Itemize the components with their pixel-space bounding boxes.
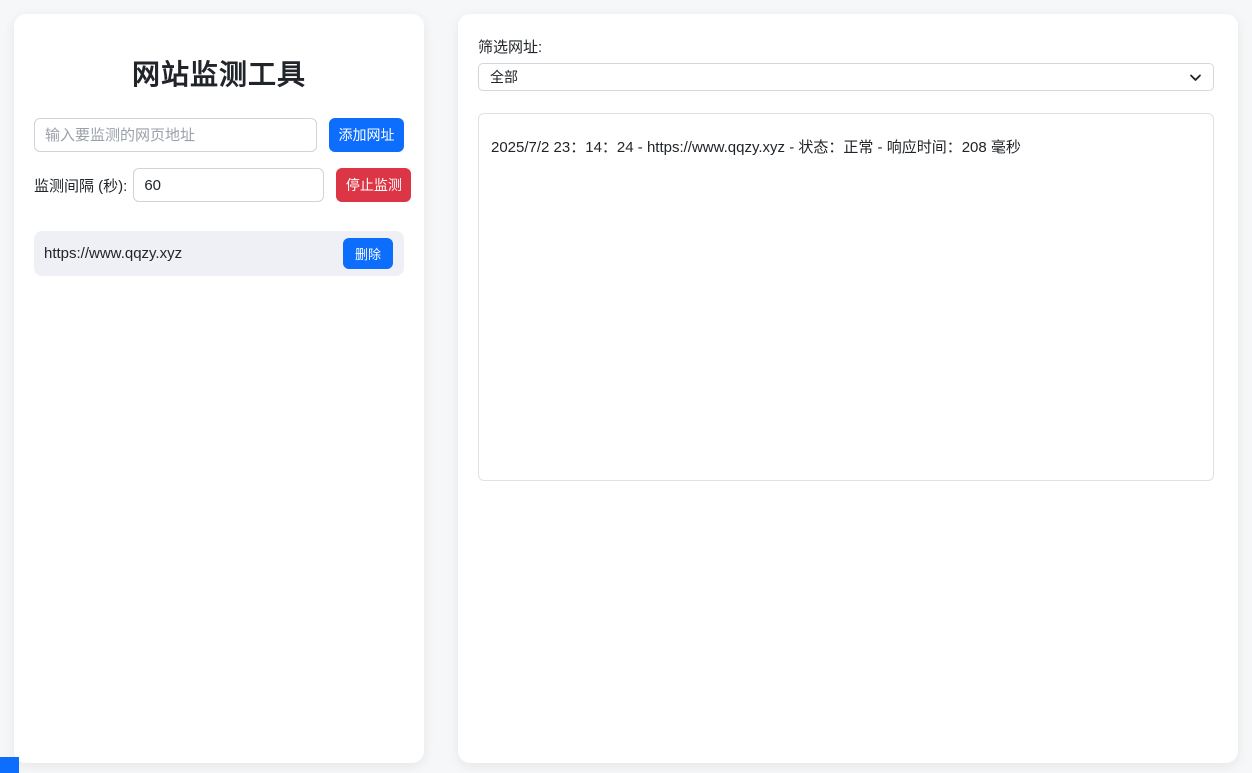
add-url-button[interactable]: 添加网址 xyxy=(329,118,404,152)
site-url: https://www.qqzy.xyz xyxy=(44,245,182,262)
site-list-item: https://www.qqzy.xyz 删除 xyxy=(34,231,404,276)
page: { "colors": { "primary": "#0d6efd", "dan… xyxy=(0,0,1252,773)
page-title: 网站监测工具 xyxy=(34,58,404,92)
monitor-panel: 网站监测工具 添加网址 监测间隔 (秒): 停止监测 https://www.q… xyxy=(14,14,424,763)
filter-label: 筛选网址: xyxy=(478,38,1214,58)
interval-label: 监测间隔 (秒): xyxy=(34,175,127,196)
chevron-down-icon xyxy=(1189,71,1202,84)
interval-row: 监测间隔 (秒): 停止监测 xyxy=(34,168,404,202)
interval-input[interactable] xyxy=(133,168,324,202)
delete-site-button[interactable]: 删除 xyxy=(343,238,393,269)
filter-select[interactable]: 全部 xyxy=(478,63,1214,91)
url-input[interactable] xyxy=(34,118,317,152)
add-url-row: 添加网址 xyxy=(34,118,404,152)
site-list: https://www.qqzy.xyz 删除 xyxy=(34,231,404,276)
blue-corner-marker xyxy=(0,757,19,773)
log-entry: 2025/7/2 23：14：24 - https://www.qqzy.xyz… xyxy=(491,137,1201,159)
log-panel: 筛选网址: 全部 2025/7/2 23：14：24 - https://www… xyxy=(458,14,1238,763)
stop-monitor-button[interactable]: 停止监测 xyxy=(336,168,411,202)
log-output[interactable]: 2025/7/2 23：14：24 - https://www.qqzy.xyz… xyxy=(478,113,1214,481)
filter-select-value: 全部 xyxy=(490,67,518,87)
